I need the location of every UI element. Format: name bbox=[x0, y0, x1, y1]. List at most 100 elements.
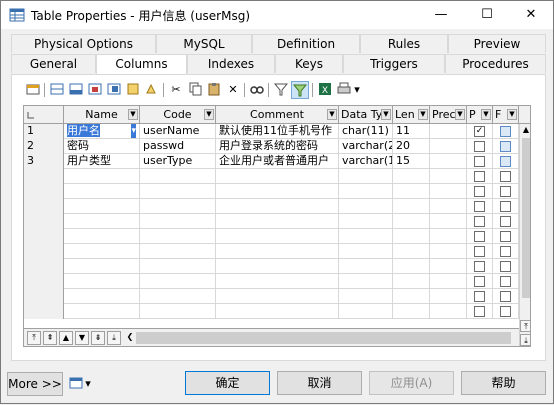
cell-code[interactable]: userName bbox=[140, 124, 216, 139]
tab-keys[interactable]: Keys bbox=[275, 54, 343, 73]
foreign-key-checkbox[interactable] bbox=[500, 186, 511, 197]
foreign-key-checkbox[interactable] bbox=[500, 171, 511, 182]
cell-length[interactable] bbox=[393, 304, 430, 319]
cell-precision[interactable] bbox=[430, 229, 467, 244]
cell-datatype[interactable]: varchar(20 bbox=[339, 139, 393, 154]
cell-datatype[interactable] bbox=[339, 214, 393, 229]
tab-triggers[interactable]: Triggers bbox=[343, 54, 445, 73]
cell-length[interactable]: 15 bbox=[393, 154, 430, 169]
table-row[interactable] bbox=[24, 274, 519, 289]
cell-datatype[interactable] bbox=[339, 184, 393, 199]
cell-precision[interactable] bbox=[430, 304, 467, 319]
dropdown-icon[interactable]: ▾ bbox=[83, 375, 93, 393]
cell-datatype[interactable] bbox=[339, 289, 393, 304]
chevron-down-icon[interactable]: ▼ bbox=[381, 109, 391, 120]
cell-code[interactable] bbox=[140, 169, 216, 184]
table-row[interactable] bbox=[24, 184, 519, 199]
cell-precision[interactable] bbox=[430, 259, 467, 274]
cell-length[interactable] bbox=[393, 169, 430, 184]
table-row[interactable] bbox=[24, 214, 519, 229]
cell-datatype[interactable]: varchar(15 bbox=[339, 154, 393, 169]
cell-name[interactable] bbox=[64, 229, 140, 244]
cell-comment[interactable] bbox=[216, 184, 339, 199]
cell-precision[interactable] bbox=[430, 169, 467, 184]
cell-comment[interactable] bbox=[216, 259, 339, 274]
primary-key-checkbox[interactable] bbox=[474, 216, 485, 227]
primary-key-checkbox[interactable] bbox=[474, 291, 485, 302]
cell-code[interactable]: userType bbox=[140, 154, 216, 169]
cell-name[interactable] bbox=[64, 274, 140, 289]
chevron-down-icon[interactable]: ▼ bbox=[128, 109, 138, 120]
primary-key-checkbox[interactable] bbox=[474, 261, 485, 272]
foreign-key-checkbox[interactable] bbox=[500, 126, 511, 137]
scroll-left-icon[interactable]: ❮ bbox=[123, 331, 137, 345]
cell-name[interactable] bbox=[64, 259, 140, 274]
ok-button[interactable]: 确定 bbox=[185, 371, 270, 395]
cell-comment[interactable] bbox=[216, 244, 339, 259]
header-code[interactable]: Code ▼ bbox=[140, 106, 216, 124]
chevron-down-icon[interactable]: ▼ bbox=[481, 109, 491, 120]
cell-datatype[interactable] bbox=[339, 274, 393, 289]
tab-definition[interactable]: Definition bbox=[252, 34, 360, 53]
cell-length[interactable] bbox=[393, 259, 430, 274]
cell-comment[interactable] bbox=[216, 274, 339, 289]
cell-comment[interactable]: 默认使用11位手机号作 bbox=[216, 124, 339, 139]
cell-length[interactable]: 11 bbox=[393, 124, 430, 139]
excel-icon[interactable]: X bbox=[316, 81, 334, 99]
filter-icon[interactable] bbox=[124, 81, 142, 99]
foreign-key-checkbox[interactable] bbox=[500, 276, 511, 287]
cell-name[interactable] bbox=[64, 214, 140, 229]
cell-length[interactable] bbox=[393, 199, 430, 214]
cell-precision[interactable] bbox=[430, 124, 467, 139]
paste-special-icon[interactable] bbox=[142, 81, 160, 99]
cell-name[interactable]: 用户类型 bbox=[64, 154, 140, 169]
tab-procedures[interactable]: Procedures bbox=[445, 54, 546, 73]
minimize-button[interactable]: — bbox=[419, 1, 463, 29]
cell-length[interactable] bbox=[393, 184, 430, 199]
chevron-down-icon[interactable]: ▼ bbox=[204, 109, 214, 120]
cell-name[interactable] bbox=[64, 289, 140, 304]
tab-rules[interactable]: Rules bbox=[360, 34, 448, 53]
more-button[interactable]: More >> bbox=[7, 372, 63, 396]
primary-key-checkbox[interactable] bbox=[474, 276, 485, 287]
cell-code[interactable] bbox=[140, 184, 216, 199]
cell-length[interactable] bbox=[393, 229, 430, 244]
header-primary[interactable]: P ▼ bbox=[467, 106, 493, 124]
cell-datatype[interactable] bbox=[339, 169, 393, 184]
table-row[interactable]: 1 用户名 ▾ userName 默认使用11位手机号作 char(11) 11 ✓ bbox=[24, 124, 519, 139]
tab-indexes[interactable]: Indexes bbox=[187, 54, 275, 73]
primary-key-checkbox[interactable] bbox=[474, 306, 485, 317]
move-up-icon[interactable]: ▲ bbox=[59, 331, 73, 345]
cell-datatype[interactable] bbox=[339, 259, 393, 274]
cell-comment[interactable]: 企业用户或者普通用户 bbox=[216, 154, 339, 169]
cell-name[interactable] bbox=[64, 244, 140, 259]
dropdown-icon[interactable]: ▾ bbox=[351, 81, 363, 99]
scroll-up-icon[interactable]: ▲ bbox=[520, 124, 530, 136]
close-button[interactable]: ✕ bbox=[509, 1, 553, 29]
cell-datatype[interactable] bbox=[339, 304, 393, 319]
primary-key-checkbox[interactable] bbox=[474, 246, 485, 257]
cell-name[interactable] bbox=[64, 184, 140, 199]
table-row[interactable] bbox=[24, 169, 519, 184]
foreign-key-checkbox[interactable] bbox=[500, 261, 511, 272]
cell-code[interactable] bbox=[140, 214, 216, 229]
header-comment[interactable]: Comment ▼ bbox=[216, 106, 339, 124]
cell-code[interactable] bbox=[140, 304, 216, 319]
add-columns-icon[interactable] bbox=[86, 81, 104, 99]
vertical-scrollbar[interactable]: ▲ ⤒ ⤓ bbox=[519, 124, 530, 346]
apply-button[interactable]: 应用(A) bbox=[369, 371, 454, 395]
chevron-down-icon[interactable]: ▼ bbox=[327, 109, 337, 120]
cell-comment[interactable]: 用户登录系统的密码 bbox=[216, 139, 339, 154]
cell-code[interactable] bbox=[140, 229, 216, 244]
move-bottom-icon[interactable]: ⤓ bbox=[520, 334, 530, 346]
cancel-button[interactable]: 取消 bbox=[277, 371, 362, 395]
table-row[interactable] bbox=[24, 229, 519, 244]
cell-code[interactable] bbox=[140, 259, 216, 274]
maximize-button[interactable]: ☐ bbox=[465, 1, 509, 29]
filter-active-icon[interactable] bbox=[291, 81, 309, 99]
customize-icon[interactable] bbox=[272, 81, 290, 99]
cell-code[interactable] bbox=[140, 199, 216, 214]
move-page-up-icon[interactable]: ⇞ bbox=[43, 331, 57, 345]
move-top-icon[interactable]: ⤒ bbox=[520, 320, 530, 332]
cell-name[interactable]: 密码 bbox=[64, 139, 140, 154]
